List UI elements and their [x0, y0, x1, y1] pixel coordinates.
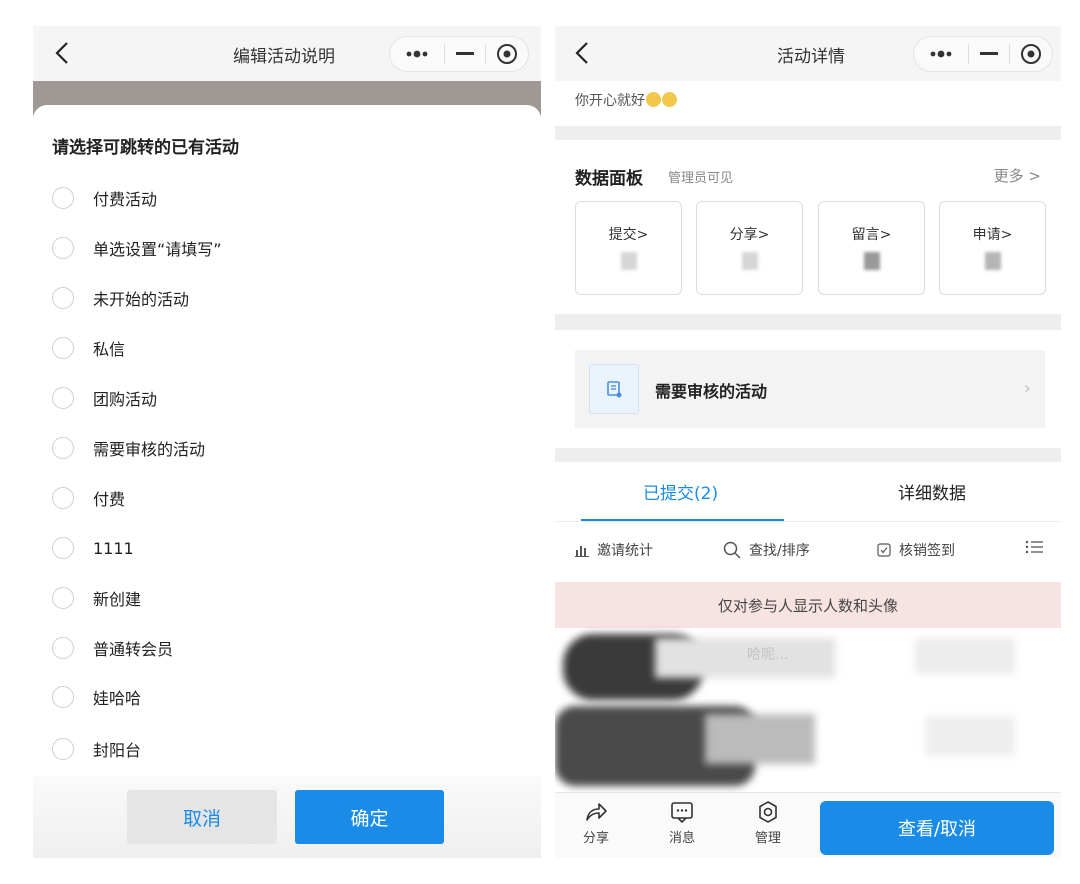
smiley-emoji-icon: [646, 92, 661, 107]
back-icon[interactable]: [49, 38, 77, 68]
section-divider: [555, 448, 1061, 462]
tab-divider: [555, 521, 1061, 522]
document-icon: [589, 364, 639, 414]
section-divider: [555, 314, 1061, 330]
sheet-footer: 取消 确定: [33, 776, 541, 858]
mini-program-capsule: [389, 36, 529, 72]
participant-notice: 仅对参与人显示人数和头像: [555, 582, 1061, 628]
tab-submitted[interactable]: 已提交(2): [643, 479, 718, 504]
message-icon: [671, 802, 693, 823]
radio-button[interactable]: [52, 187, 74, 209]
page-title: 活动详情: [777, 47, 845, 67]
more-link[interactable]: 更多 >: [994, 165, 1041, 186]
blurred-value: [741, 252, 758, 270]
blurred-content: [915, 638, 1015, 674]
verify-signin-tool[interactable]: 核销签到: [877, 540, 955, 560]
radio-button[interactable]: [52, 537, 74, 559]
list-view-icon[interactable]: [1025, 540, 1051, 554]
radio-button[interactable]: [52, 637, 74, 659]
close-mini-program-icon[interactable]: [1010, 37, 1052, 71]
confirm-button[interactable]: 确定: [295, 790, 444, 844]
cancel-button[interactable]: 取消: [127, 790, 277, 844]
smiley-emoji-icon: [662, 92, 677, 107]
bottom-action-bar: 分享 消息 管理 查看/取消: [555, 792, 1061, 858]
right-phone-screen: 活动详情 你开心就好 数据面板 管理员可见 更多 > 提交> 分享> 留言> 申…: [555, 26, 1061, 858]
share-button[interactable]: 分享: [571, 801, 621, 846]
tab-details[interactable]: 详细数据: [898, 479, 966, 504]
invite-stats-tool[interactable]: 邀请统计: [575, 540, 653, 560]
radio-button[interactable]: [52, 587, 74, 609]
blurred-value: [984, 252, 1001, 270]
minimize-icon[interactable]: [969, 37, 1008, 71]
blurred-content: [655, 638, 835, 678]
close-mini-program-icon[interactable]: [486, 37, 528, 71]
blurred-value: [863, 252, 880, 270]
blurred-value: [620, 252, 637, 270]
right-title-bar: 活动详情: [555, 26, 1061, 81]
activity-option[interactable]: 付费活动: [52, 183, 157, 213]
radio-button[interactable]: [52, 487, 74, 509]
message-button[interactable]: 消息: [657, 801, 707, 846]
checkbox-icon: [877, 543, 891, 557]
activity-option[interactable]: 封阳台: [52, 734, 141, 764]
stat-card-apply[interactable]: 申请>: [939, 201, 1046, 295]
activity-picker-sheet: 请选择可跳转的已有活动 付费活动 单选设置“请填写” 未开始的活动 私信 团购活…: [33, 105, 541, 858]
submission-list: 哈呢...: [555, 628, 1061, 796]
activity-option[interactable]: 团购活动: [52, 383, 157, 413]
radio-button[interactable]: [52, 237, 74, 259]
activity-option[interactable]: 私信: [52, 333, 125, 363]
more-menu-icon[interactable]: [390, 37, 444, 71]
section-divider: [555, 126, 1061, 140]
minimize-icon[interactable]: [445, 37, 484, 71]
activity-option[interactable]: 需要审核的活动: [52, 433, 205, 463]
stat-card-comment[interactable]: 留言>: [818, 201, 925, 295]
blurred-content: [705, 714, 815, 764]
search-sort-tool[interactable]: 查找/排序: [723, 540, 810, 560]
mini-program-capsule: [913, 36, 1053, 72]
left-phone-screen: 编辑活动说明 请选择可跳转的已有活动 付费活动 单选设置“请填写” 未开始的活动…: [33, 26, 541, 858]
sheet-title: 请选择可跳转的已有活动: [52, 138, 239, 158]
stat-card-submit[interactable]: 提交>: [575, 201, 682, 295]
activity-intro: 你开心就好: [575, 90, 677, 110]
radio-button[interactable]: [52, 437, 74, 459]
radio-button[interactable]: [52, 287, 74, 309]
share-icon: [586, 803, 607, 821]
linked-activity-label: 需要审核的活动: [655, 382, 768, 401]
back-icon[interactable]: [569, 38, 597, 68]
radio-button[interactable]: [52, 686, 74, 708]
page-title: 编辑活动说明: [233, 47, 335, 67]
left-title-bar: 编辑活动说明: [33, 26, 541, 81]
activity-option[interactable]: 普通转会员: [52, 633, 173, 663]
stat-card-share[interactable]: 分享>: [696, 201, 803, 295]
more-menu-icon[interactable]: [914, 37, 968, 71]
radio-button[interactable]: [52, 337, 74, 359]
data-panel-subtitle: 管理员可见: [668, 171, 734, 186]
activity-option[interactable]: 付费: [52, 483, 125, 513]
activity-option[interactable]: 单选设置“请填写”: [52, 233, 222, 263]
linked-activity-row[interactable]: 需要审核的活动 ›: [575, 350, 1045, 428]
radio-button[interactable]: [52, 738, 74, 760]
activity-option[interactable]: 未开始的活动: [52, 283, 189, 313]
search-icon: [723, 541, 741, 559]
view-cancel-button[interactable]: 查看/取消: [820, 801, 1054, 855]
data-panel-title: 数据面板: [575, 169, 643, 189]
submission-snippet: 哈呢...: [747, 647, 789, 663]
activity-option[interactable]: 1111: [52, 533, 134, 563]
radio-button[interactable]: [52, 387, 74, 409]
intro-text: 你开心就好: [575, 93, 645, 109]
bar-chart-icon: [575, 546, 589, 557]
blurred-content: [925, 716, 1015, 756]
activity-option[interactable]: 娃哈哈: [52, 682, 141, 712]
gear-icon: [759, 801, 777, 823]
activity-option[interactable]: 新创建: [52, 583, 141, 613]
chevron-right-icon: ›: [1023, 378, 1031, 399]
manage-button[interactable]: 管理: [743, 801, 793, 846]
